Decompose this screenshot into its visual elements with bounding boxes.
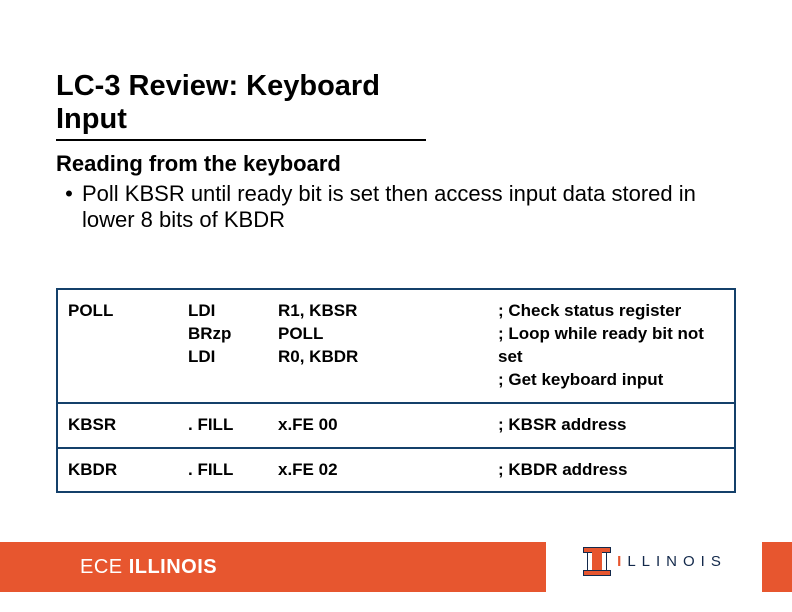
footer-logo: ILLINOIS <box>552 530 762 592</box>
cell-opcode: LDIBRzpLDI <box>178 289 268 403</box>
cell-opcode: . FILL <box>178 403 268 448</box>
body-heading: Reading from the keyboard <box>56 151 736 177</box>
table-row: KBSR . FILL x.FE 00 ; KBSR address <box>57 403 735 448</box>
cell-label: KBDR <box>57 448 178 493</box>
cell-operand: x.FE 00 <box>268 403 488 448</box>
cell-label: KBSR <box>57 403 178 448</box>
bullet-text: Poll KBSR until ready bit is set then ac… <box>82 181 736 234</box>
footer-ece-thin: ECE <box>80 556 129 578</box>
illinois-block-i-icon <box>587 547 607 575</box>
cell-comment: ; KBSR address <box>488 403 735 448</box>
footer-ece-bold: ILLINOIS <box>129 556 217 578</box>
content-area: LC-3 Review: Keyboard Input Reading from… <box>0 0 792 234</box>
slide: LC-3 Review: Keyboard Input Reading from… <box>0 0 792 612</box>
cell-label: POLL <box>57 289 178 403</box>
body-text: Reading from the keyboard • Poll KBSR un… <box>56 151 736 234</box>
cell-operand: x.FE 02 <box>268 448 488 493</box>
footer-ece-text: ECE ILLINOIS <box>80 556 217 579</box>
footer-logo-text: ILLINOIS <box>617 553 727 570</box>
table-row: POLL LDIBRzpLDI R1, KBSRPOLLR0, KBDR ; C… <box>57 289 735 403</box>
cell-comment: ; KBDR address <box>488 448 735 493</box>
footer: ECE ILLINOIS ILLINOIS <box>0 542 792 592</box>
cell-opcode: . FILL <box>178 448 268 493</box>
cell-operand: R1, KBSRPOLLR0, KBDR <box>268 289 488 403</box>
cell-comment: ; Check status register; Loop while read… <box>488 289 735 403</box>
logo-text-first-letter: I <box>617 553 627 570</box>
logo-text-rest: LLINOIS <box>627 553 727 570</box>
bullet-item: • Poll KBSR until ready bit is set then … <box>56 181 736 234</box>
code-table: POLL LDIBRzpLDI R1, KBSRPOLLR0, KBDR ; C… <box>56 288 736 494</box>
slide-title: LC-3 Review: Keyboard Input <box>56 70 426 141</box>
table-row: KBDR . FILL x.FE 02 ; KBDR address <box>57 448 735 493</box>
bullet-marker: • <box>56 181 82 234</box>
